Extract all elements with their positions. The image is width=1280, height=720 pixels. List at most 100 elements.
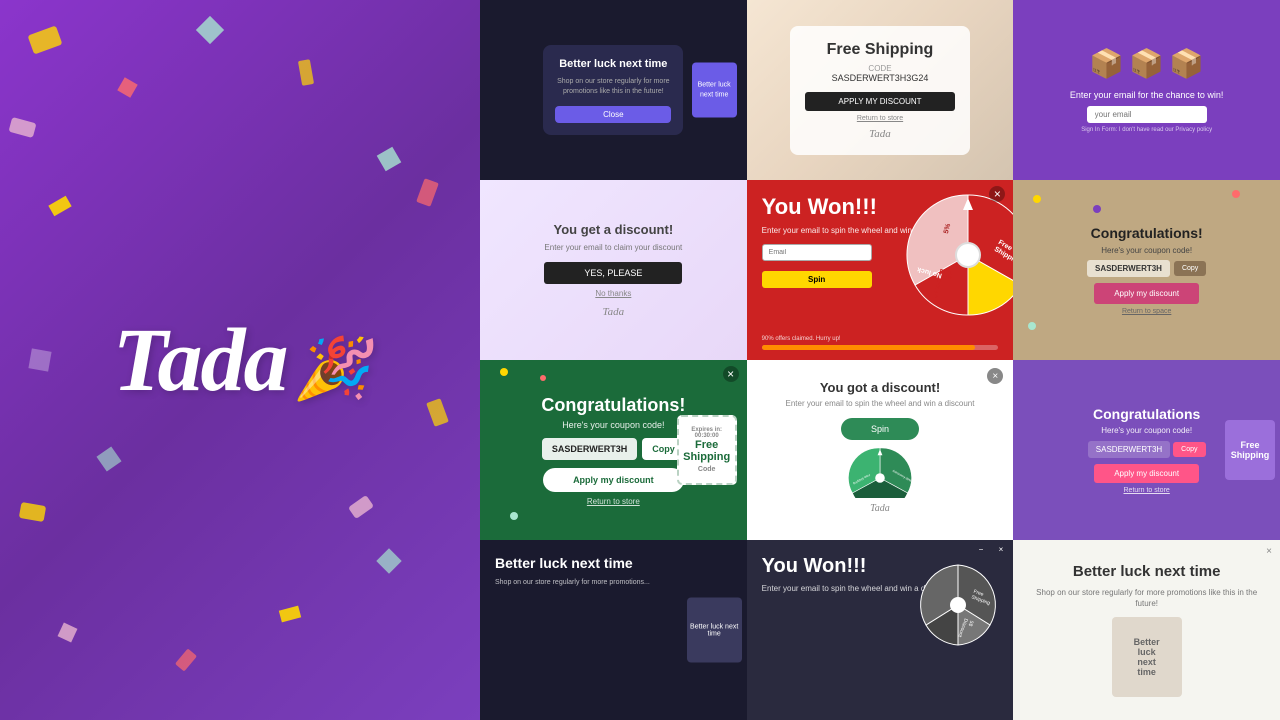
expires-label: Expires in: 00:30:00	[679, 427, 735, 439]
confetti-decoration	[348, 495, 374, 519]
popup-preview-discount-wheel-white[interactable]: × You got a discount! Enter your email t…	[747, 360, 1014, 540]
confetti-decoration	[377, 147, 402, 172]
popup-preview-discount-offer[interactable]: You get a discount! Enter your email to …	[480, 180, 747, 360]
confetti-decoration	[28, 348, 51, 371]
close-icon[interactable]: ×	[987, 368, 1003, 384]
code-footer: Code	[698, 466, 716, 473]
confetti-decoration	[298, 59, 314, 86]
code-label: CODE	[805, 64, 955, 73]
close-icon[interactable]: ×	[999, 545, 1004, 554]
coupon-ticket: FreeShipping	[1225, 420, 1275, 480]
spin-wheel: Free Shipping 5$ Discount	[913, 560, 1003, 655]
no-thanks-link[interactable]: No thanks	[595, 289, 631, 298]
coupon-ticket: Expires in: 00:30:00 FreeShipping Code	[677, 415, 737, 485]
better-luck-title: Better luck next time	[1073, 563, 1221, 581]
privacy-text: Sign In Form: I don't have read our Priv…	[1081, 127, 1212, 133]
coupon-subtitle: Here's your coupon code!	[562, 420, 664, 430]
confetti-decoration	[175, 648, 197, 671]
copy-button[interactable]: Copy	[1173, 442, 1205, 457]
popup-preview-free-shipping[interactable]: Free Shipping CODE SASDERWERT3H3G24 APPL…	[747, 0, 1014, 180]
coupon-code: SASDERWERT3H	[1087, 260, 1170, 277]
popup-preview-congratulations-beige[interactable]: Congratulations! Here's your coupon code…	[1013, 180, 1280, 360]
coupon-row: SASDERWERT3H Copy	[542, 438, 685, 460]
app-logo: Tada🎉	[113, 309, 367, 412]
coupon-row: SASDERWERT3H Copy	[1087, 260, 1206, 277]
tada-brand: Tada	[870, 503, 890, 514]
better-luck-title: Better luck next time	[495, 555, 633, 572]
close-button[interactable]: Close	[555, 106, 671, 123]
return-store-link[interactable]: Return to store	[587, 497, 640, 506]
popup-preview-spin-won-dark[interactable]: − × You Won!!! Enter your email to spin …	[747, 540, 1014, 720]
return-link[interactable]: Return to store	[805, 115, 955, 122]
confetti-decoration	[58, 623, 78, 643]
spin-button[interactable]: Spin	[762, 271, 872, 288]
close-icon[interactable]: ×	[1266, 546, 1272, 557]
confetti-decoration	[416, 178, 439, 207]
email-row	[762, 244, 872, 261]
apply-discount-button[interactable]: Apply my discount	[1094, 283, 1199, 304]
left-panel: Tada🎉	[0, 0, 480, 720]
discount-title: You got a discount!	[820, 380, 940, 395]
confetti-decoration	[48, 196, 71, 216]
package-icon-3: 📦	[1169, 47, 1204, 80]
yes-please-button[interactable]: YES, PLEASE	[544, 262, 682, 284]
coupon-thumbnail: Better luck next time	[692, 63, 737, 118]
popup-title: Better luck next time	[555, 57, 671, 71]
popup-preview-better-luck-light[interactable]: × Better luck next time Shop on our stor…	[1013, 540, 1280, 720]
popup-preview-congratulations-purple[interactable]: Congratulations Here's your coupon code!…	[1013, 360, 1280, 540]
party-icon: 🎉	[295, 333, 368, 404]
copy-button[interactable]: Copy	[1174, 261, 1206, 276]
popup-body: Shop on our store regularly for more pro…	[555, 77, 671, 97]
coupon-code: SASDERWERT3H	[1088, 441, 1170, 458]
confetti-dot	[1232, 190, 1240, 198]
return-store-link[interactable]: Return to store	[1124, 487, 1170, 494]
confetti-decoration	[426, 398, 449, 427]
offer-text: 90% offers claimed. Hurry up!	[762, 336, 841, 342]
popup-box: Better luck next time Shop on our store …	[543, 45, 683, 136]
coupon-ticket: Betterlucknexttime	[1112, 617, 1182, 697]
email-field[interactable]	[762, 244, 872, 261]
apply-discount-button[interactable]: Apply my discount	[543, 468, 684, 492]
spin-wheel-half: Astronomy 30% Free Shipping	[830, 448, 930, 498]
shipping-popup: Free Shipping CODE SASDERWERT3H3G24 APPL…	[790, 26, 970, 155]
popup-grid: Better luck next time Shop on our store …	[480, 0, 1280, 720]
tada-brand: Tada	[805, 128, 955, 140]
package-icon-2: 📦	[1129, 47, 1164, 80]
coupon-label: Here's your coupon code!	[1101, 246, 1192, 255]
spin-button[interactable]: Spin	[841, 418, 919, 440]
popup-preview-congratulations-green[interactable]: × Congratulations! Here's your coupon co…	[480, 360, 747, 540]
confetti-decoration	[27, 25, 62, 54]
progress-fill	[762, 345, 975, 350]
enter-email-text: Enter your email for the chance to win!	[1070, 90, 1224, 100]
discount-title: You get a discount!	[554, 222, 674, 237]
ticket-text: FreeShipping	[683, 439, 730, 463]
email-input[interactable]	[1087, 106, 1207, 123]
code-value: SASDERWERT3H3G24	[805, 73, 955, 83]
ticket-text: Betterlucknexttime	[1134, 637, 1160, 677]
confetti-dot	[540, 375, 546, 381]
ticket-text: FreeShipping	[1231, 440, 1270, 460]
confetti-decoration	[117, 77, 137, 97]
minimize-icon[interactable]: −	[979, 545, 984, 554]
popup-preview-better-luck-dark[interactable]: Better luck next time Shop on our store …	[480, 0, 747, 180]
popup-preview-email-capture[interactable]: 📦 📦 📦 Enter your email for the chance to…	[1013, 0, 1280, 180]
spin-wheel: Free Shipping 5$ Discount No luck 5%	[903, 190, 1013, 320]
confetti-decoration	[19, 502, 46, 522]
return-store-link[interactable]: Return to space	[1122, 308, 1171, 315]
discount-subtitle: Enter your email to claim your discount	[544, 243, 682, 252]
congratulations-title: Congratulations!	[1091, 225, 1203, 241]
close-icon[interactable]: ×	[723, 366, 739, 382]
confetti-decoration	[279, 606, 301, 623]
apply-discount-button[interactable]: Apply my discount	[1094, 464, 1199, 483]
apply-discount-button[interactable]: APPLY MY DISCOUNT	[805, 92, 955, 111]
package-icon: 📦	[1089, 47, 1124, 80]
popup-preview-better-luck-dark2[interactable]: Better luck next time Shop on our store …	[480, 540, 747, 720]
confetti-decoration	[8, 117, 36, 138]
confetti-decoration	[376, 548, 401, 573]
box-icons: 📦 📦 📦	[1089, 47, 1204, 80]
better-luck-body: Shop on our store regularly for more pro…	[1028, 587, 1265, 609]
popup-preview-spin-won-red[interactable]: × You Won!!! Enter your email to spin th…	[747, 180, 1014, 360]
won-title: You Won!!!	[762, 195, 877, 219]
won-title: You Won!!!	[762, 555, 867, 577]
discount-subtitle: Enter your email to spin the wheel and w…	[785, 399, 974, 408]
